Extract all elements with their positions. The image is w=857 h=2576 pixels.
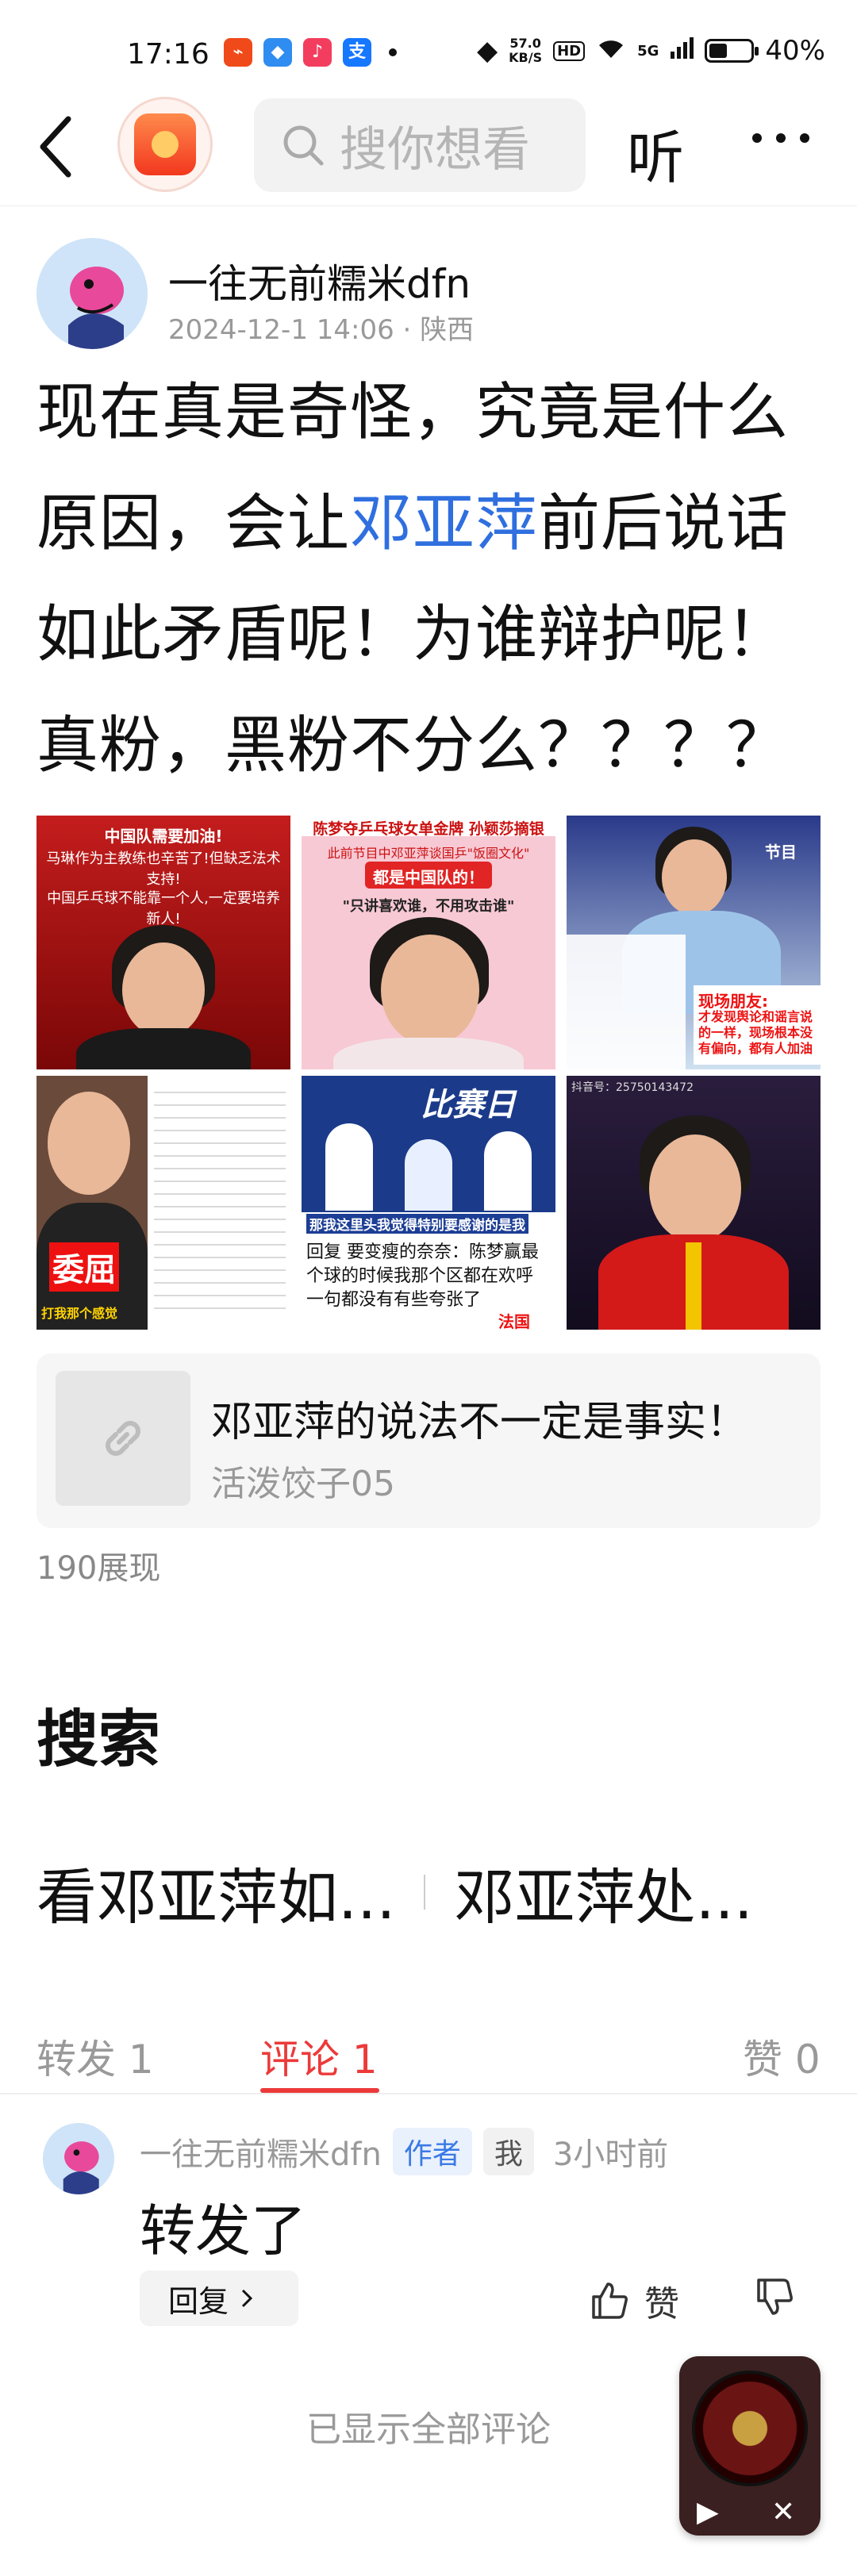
more-options-icon[interactable] (752, 133, 809, 143)
post-author: 一往无前糯米dfn 2024-12-1 14:06 · 陕西 (37, 238, 822, 357)
tab-likes[interactable]: 赞 0 (743, 2028, 820, 2085)
post-location: 陕西 (420, 314, 475, 346)
chevron-left-icon (40, 116, 71, 178)
top-nav: 搜你想看 听 (0, 87, 857, 206)
post-image[interactable]: 比赛日 那我这里头我觉得特别要感谢的是我 回复 要变瘦的奈奈：陈梦赢最 个球的时… (302, 1076, 555, 1330)
back-button[interactable] (32, 111, 95, 182)
alipay-icon: 支 (343, 38, 371, 67)
divider (424, 1875, 426, 1910)
post-image[interactable]: 中国队需要加油! 马琳作为主教练也辛苦了!但缺乏法术支持! 中国乒乓球不能靠一个… (37, 816, 290, 1069)
thumbs-up-icon (592, 2282, 628, 2319)
comment-item: 一往无前糯米dfn 作者 我 3小时前 转发了 回复 赞 (0, 2117, 857, 2355)
search-suggestion[interactable]: 看邓亚萍如... (37, 1849, 395, 1936)
tab-reposts[interactable]: 转发 1 (37, 2028, 154, 2085)
alarm-icon: ◆ (476, 35, 498, 67)
view-count: 190展现 (37, 1550, 161, 1587)
signal-icon (670, 35, 694, 67)
post-datetime: 2024-12-1 14:06 (168, 314, 394, 346)
network-speed: 57.0 KB/S (509, 36, 543, 65)
play-icon[interactable]: ▶ (697, 2496, 719, 2528)
red-packet-icon (134, 113, 196, 175)
like-label: 赞 (644, 2284, 679, 2325)
interaction-tabs: 转发 1 评论 1 赞 0 (0, 2015, 857, 2094)
chevron-right-icon (241, 2289, 253, 2308)
status-bar: 17:16 ⌁ ◆ ♪ 支 ◆ 57.0 KB/S HD 5G 40% (0, 0, 857, 87)
post-image[interactable]: 抖音号：25750143472 (567, 1076, 820, 1330)
post-content: 现在真是奇怪，究竟是什么原因，会让邓亚萍前后说话如此矛盾呢！为谁辩护呢！真粉，黑… (37, 357, 822, 801)
link-icon (56, 1371, 190, 1506)
status-right: ◆ 57.0 KB/S HD 5G 40% (477, 35, 825, 67)
me-badge: 我 (482, 2128, 534, 2175)
comment-time: 3小时前 (552, 2136, 669, 2173)
avatar[interactable] (37, 238, 148, 349)
post-image[interactable]: 陈梦夺乒乓球女单金牌 孙颖莎摘银 此前节目中邓亚萍谈国乒"饭圈文化" 都是中国队… (302, 816, 555, 1069)
music-app-icon: ♪ (303, 38, 332, 67)
search-input[interactable]: 搜你想看 (254, 98, 586, 192)
avatar[interactable] (43, 2123, 114, 2194)
post-image[interactable]: 委屈 打我那个感觉 (37, 1076, 290, 1330)
wifi-icon (596, 35, 626, 67)
comment-text: 转发了 (140, 2198, 306, 2263)
link-title: 邓亚萍的说法不一定是事实！ (211, 1399, 748, 1446)
more-notifications-icon (389, 48, 397, 56)
author-badge: 作者 (392, 2128, 472, 2175)
commenter-name[interactable]: 一往无前糯米dfn (140, 2129, 382, 2175)
search-placeholder: 搜你想看 (340, 121, 530, 178)
app-notification-icon: ◆ (263, 38, 292, 67)
hd-icon: HD (553, 40, 586, 61)
link-source: 活泼饺子05 (211, 1464, 395, 1504)
thumbs-down-icon (757, 2278, 793, 2315)
search-suggestions: 看邓亚萍如... 邓亚萍处... (37, 1849, 830, 1936)
battery-percent: 40% (765, 35, 825, 67)
search-section-title: 搜索 (37, 1704, 161, 1776)
active-tab-indicator (260, 2088, 379, 2093)
like-button[interactable]: 赞 (589, 2275, 679, 2326)
close-icon[interactable]: ✕ (771, 2496, 795, 2528)
post-meta: 2024-12-1 14:06 · 陕西 (168, 314, 475, 346)
album-art (692, 2371, 808, 2486)
reply-label: 回复 (168, 2283, 229, 2319)
status-app-icons: ⌁ ◆ ♪ 支 (224, 38, 397, 67)
dislike-button[interactable] (754, 2275, 797, 2321)
post-image-grid: 中国队需要加油! 马琳作为主教练也辛苦了!但缺乏法术支持! 中国乒乓球不能靠一个… (37, 816, 820, 1330)
listen-button[interactable]: 听 (627, 111, 684, 194)
search-icon (283, 125, 324, 166)
topic-link[interactable]: 邓亚萍 (350, 488, 538, 559)
tab-comments[interactable]: 评论 1 (260, 2028, 378, 2085)
status-time: 17:16 (127, 38, 209, 71)
network-type: 5G (637, 42, 659, 60)
comment-header: 一往无前糯米dfn 作者 我 3小时前 (140, 2128, 668, 2175)
post-image[interactable]: 节目 现场朋友: 才发现舆论和谣言说的一样，现场根本没有偏向，都有人加油 (567, 816, 820, 1069)
battery-icon (705, 39, 759, 63)
shared-link-card[interactable]: 邓亚萍的说法不一定是事实！ 活泼饺子05 (37, 1353, 820, 1528)
red-packet-button[interactable] (117, 97, 213, 192)
search-suggestion[interactable]: 邓亚萍处... (454, 1849, 752, 1936)
app-notification-icon: ⌁ (224, 38, 252, 67)
reply-button[interactable]: 回复 (140, 2271, 298, 2326)
floating-audio-player[interactable]: ▶ ✕ (679, 2356, 820, 2536)
author-name[interactable]: 一往无前糯米dfn (168, 252, 471, 309)
